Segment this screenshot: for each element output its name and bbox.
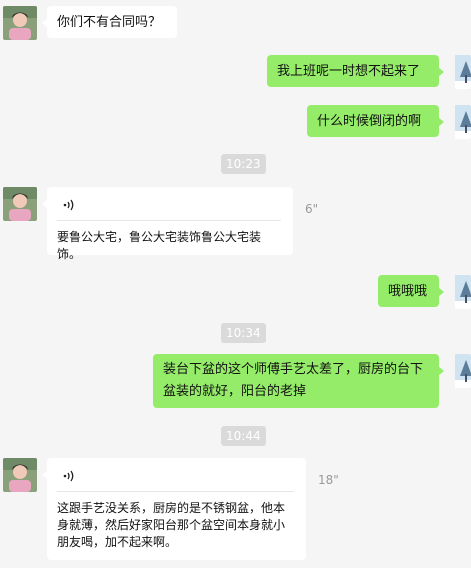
message-bubble[interactable]: 你们不有合同吗？ — [42, 6, 177, 38]
voice-transcript: 要鲁公大宅，鲁公大宅装饰鲁公大宅装饰。 — [57, 230, 262, 261]
message-text: 我上班呢一时想不起来了 — [277, 64, 421, 79]
message-text: 装台下盆的这个师傅手艺太差了，厨房的台下盆装的就好，阳台的老掉 — [163, 362, 424, 399]
voice-message-bubble[interactable]: 这跟手艺没关系，厨房的是不锈钢盆，他本身就薄，然后好家阳台那个盆空间本身就小朋友… — [42, 458, 306, 560]
contact-avatar[interactable] — [3, 6, 37, 40]
message-text: 你们不有合同吗？ — [57, 15, 162, 30]
message-bubble[interactable]: 我上班呢一时想不起来了 — [267, 55, 444, 87]
voice-message-bubble[interactable]: 要鲁公大宅，鲁公大宅装饰鲁公大宅装饰。 — [42, 187, 293, 261]
voice-transcript: 这跟手艺没关系，厨房的是不锈钢盆，他本身就薄，然后好家阳台那个盆空间本身就小朋友… — [57, 501, 286, 549]
contact-avatar[interactable] — [3, 458, 37, 492]
message-text: 什么时候倒闭的啊 — [317, 114, 422, 129]
voice-wave-icon[interactable] — [61, 197, 77, 213]
timestamp: 10:23 — [221, 154, 266, 174]
message-bubble[interactable]: 哦哦哦 — [378, 275, 444, 307]
self-avatar[interactable] — [449, 354, 471, 388]
timestamp: 10:44 — [221, 426, 266, 446]
self-avatar[interactable] — [449, 275, 471, 309]
self-avatar[interactable] — [449, 105, 471, 139]
voice-divider — [57, 220, 281, 221]
voice-duration: 18" — [318, 473, 339, 487]
message-bubble[interactable]: 装台下盆的这个师傅手艺太差了，厨房的台下盆装的就好，阳台的老掉 — [153, 354, 444, 408]
message-bubble[interactable]: 什么时候倒闭的啊 — [307, 105, 444, 137]
message-text: 哦哦哦 — [388, 284, 428, 299]
timestamp: 10:34 — [221, 323, 266, 343]
voice-divider — [57, 491, 294, 492]
self-avatar[interactable] — [449, 55, 471, 89]
voice-wave-icon[interactable] — [61, 468, 77, 484]
contact-avatar[interactable] — [3, 187, 37, 221]
voice-duration: 6" — [305, 202, 319, 216]
